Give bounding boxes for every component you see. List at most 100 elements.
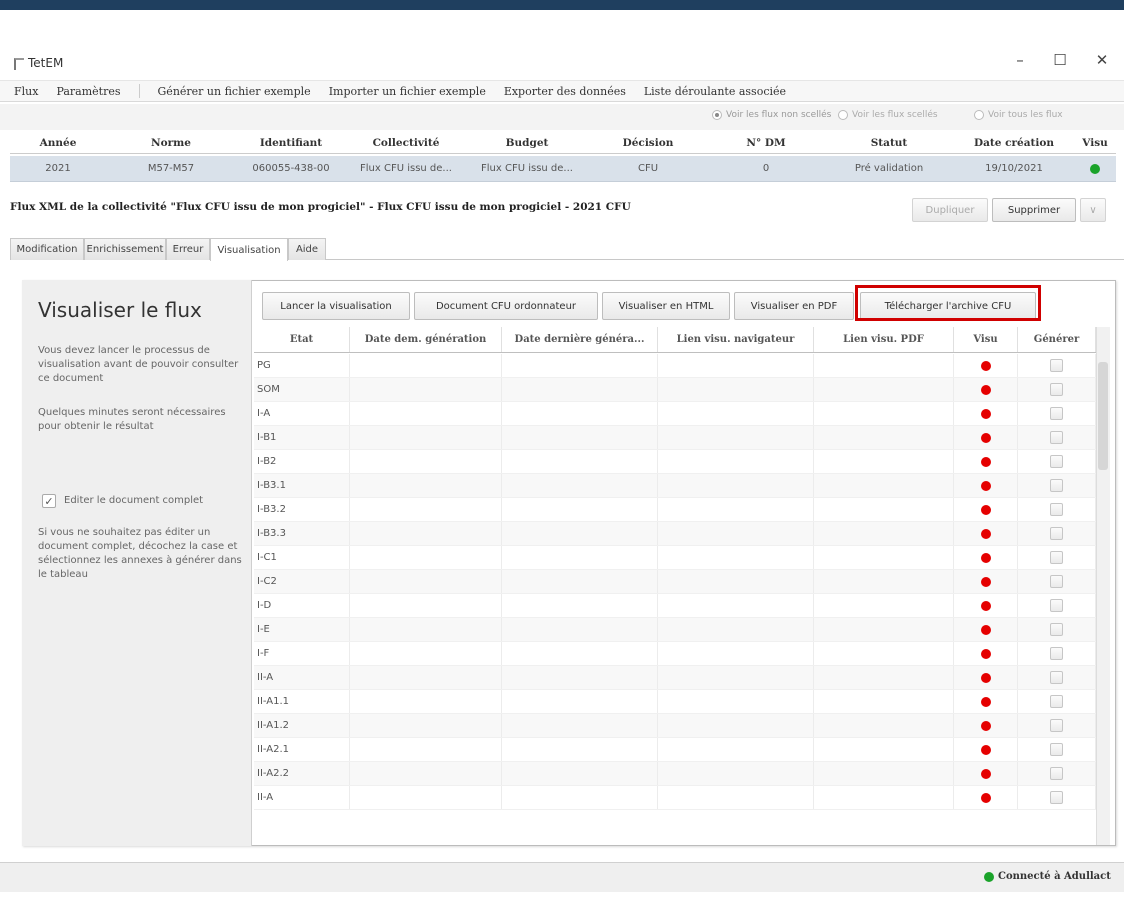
table-row[interactable]: II-A1.2 — [254, 714, 1096, 738]
generer-checkbox[interactable] — [1050, 431, 1063, 444]
generer-checkbox[interactable] — [1050, 551, 1063, 564]
table-cell — [658, 594, 814, 617]
generer-checkbox[interactable] — [1050, 407, 1063, 420]
table-cell — [502, 378, 658, 401]
column-header[interactable]: Date création — [954, 132, 1074, 153]
generer-checkbox[interactable] — [1050, 599, 1063, 612]
table-row[interactable]: II-A — [254, 786, 1096, 810]
table-row[interactable]: I-D — [254, 594, 1096, 618]
visu-cell — [954, 594, 1018, 617]
generer-checkbox[interactable] — [1050, 623, 1063, 636]
menu-generer-exemple[interactable]: Générer un fichier exemple — [158, 85, 311, 98]
table-row[interactable]: I-F — [254, 642, 1096, 666]
generer-checkbox[interactable] — [1050, 383, 1063, 396]
visualiser-pdf-button[interactable]: Visualiser en PDF — [734, 292, 854, 320]
column-header[interactable]: Statut — [824, 132, 954, 153]
generer-checkbox[interactable] — [1050, 527, 1063, 540]
menu-parametres[interactable]: Paramètres — [56, 85, 120, 98]
generer-checkbox[interactable] — [1050, 647, 1063, 660]
close-icon[interactable]: ✕ — [1084, 48, 1120, 72]
maximize-icon[interactable]: ☐ — [1042, 48, 1078, 72]
edit-full-document-checkbox[interactable]: ✓ — [42, 494, 56, 508]
flux-table-row[interactable]: 2021 M57-M57 060055-438-00 Flux CFU issu… — [10, 156, 1116, 182]
table-row[interactable]: I-C2 — [254, 570, 1096, 594]
visualiser-html-button[interactable]: Visualiser en HTML — [602, 292, 730, 320]
menu-bar: Flux Paramètres Générer un fichier exemp… — [0, 80, 1124, 102]
table-row[interactable]: II-A — [254, 666, 1096, 690]
tab-modification[interactable]: Modification — [10, 238, 84, 260]
generer-checkbox[interactable] — [1050, 671, 1063, 684]
generer-checkbox[interactable] — [1050, 479, 1063, 492]
table-cell — [658, 738, 814, 761]
status-red-dot-icon — [980, 552, 991, 563]
table-row[interactable]: I-E — [254, 618, 1096, 642]
table-cell — [350, 762, 502, 785]
tab-erreur[interactable]: Erreur — [166, 238, 210, 260]
generer-checkbox[interactable] — [1050, 695, 1063, 708]
column-header[interactable]: Visu — [1074, 132, 1116, 153]
column-header[interactable]: Générer — [1018, 327, 1096, 352]
etat-cell: II-A2.2 — [254, 762, 350, 785]
minimize-icon[interactable]: – — [1002, 48, 1038, 72]
column-header[interactable]: Identifiant — [236, 132, 346, 153]
generer-checkbox[interactable] — [1050, 767, 1063, 780]
table-cell — [658, 498, 814, 521]
column-header[interactable]: Décision — [588, 132, 708, 153]
column-header[interactable]: Norme — [106, 132, 236, 153]
generer-checkbox[interactable] — [1050, 743, 1063, 756]
generer-checkbox[interactable] — [1050, 575, 1063, 588]
generer-checkbox[interactable] — [1050, 719, 1063, 732]
status-red-dot-icon — [980, 576, 991, 587]
column-header[interactable]: Etat — [254, 327, 350, 352]
table-cell — [814, 546, 954, 569]
table-row[interactable]: I-B1 — [254, 426, 1096, 450]
radio-non-scelles[interactable]: Voir les flux non scellés — [712, 110, 831, 120]
table-cell: Flux CFU issu de... — [481, 163, 573, 174]
menu-exporter-donnees[interactable]: Exporter des données — [504, 85, 626, 98]
generer-checkbox[interactable] — [1050, 791, 1063, 804]
menu-importer-exemple[interactable]: Importer un fichier exemple — [329, 85, 486, 98]
column-header[interactable]: Année — [10, 132, 106, 153]
etat-cell: I-C1 — [254, 546, 350, 569]
scrollbar-thumb[interactable] — [1098, 362, 1108, 470]
dupliquer-button[interactable]: Dupliquer — [912, 198, 988, 222]
tab-visualisation[interactable]: Visualisation — [210, 238, 288, 261]
supprimer-button[interactable]: Supprimer — [992, 198, 1076, 222]
visu-cell — [954, 546, 1018, 569]
more-actions-button[interactable]: ∨ — [1080, 198, 1106, 222]
radio-scelles[interactable]: Voir les flux scellés — [838, 110, 938, 120]
tab-enrichissement[interactable]: Enrichissement — [84, 238, 166, 260]
table-row[interactable]: II-A2.1 — [254, 738, 1096, 762]
column-header[interactable]: Lien visu. PDF — [814, 327, 954, 352]
lancer-visualisation-button[interactable]: Lancer la visualisation — [262, 292, 410, 320]
radio-tous[interactable]: Voir tous les flux — [974, 110, 1063, 120]
column-header[interactable]: Lien visu. navigateur — [658, 327, 814, 352]
radio-label: Voir les flux scellés — [852, 110, 938, 120]
column-header[interactable]: Budget — [466, 132, 588, 153]
table-row[interactable]: I-C1 — [254, 546, 1096, 570]
table-row[interactable]: I-B2 — [254, 450, 1096, 474]
table-row[interactable]: II-A1.1 — [254, 690, 1096, 714]
table-row[interactable]: I-B3.2 — [254, 498, 1096, 522]
column-header[interactable]: Collectivité — [346, 132, 466, 153]
table-cell — [502, 738, 658, 761]
generer-checkbox[interactable] — [1050, 455, 1063, 468]
column-header[interactable]: Date dem. génération — [350, 327, 502, 352]
menu-liste-deroulante[interactable]: Liste déroulante associée — [644, 85, 786, 98]
generer-checkbox[interactable] — [1050, 503, 1063, 516]
table-row[interactable]: PG — [254, 354, 1096, 378]
column-header[interactable]: Date dernière généra... — [502, 327, 658, 352]
table-row[interactable]: SOM — [254, 378, 1096, 402]
menu-flux[interactable]: Flux — [14, 85, 38, 98]
tab-aide[interactable]: Aide — [288, 238, 326, 260]
column-header[interactable]: Visu — [954, 327, 1018, 352]
document-cfu-button[interactable]: Document CFU ordonnateur — [414, 292, 598, 320]
table-row[interactable]: I-A — [254, 402, 1096, 426]
column-header[interactable]: N° DM — [708, 132, 824, 153]
table-row[interactable]: I-B3.3 — [254, 522, 1096, 546]
table-cell — [502, 594, 658, 617]
generer-checkbox[interactable] — [1050, 359, 1063, 372]
table-row[interactable]: II-A2.2 — [254, 762, 1096, 786]
visu-cell — [954, 642, 1018, 665]
table-row[interactable]: I-B3.1 — [254, 474, 1096, 498]
